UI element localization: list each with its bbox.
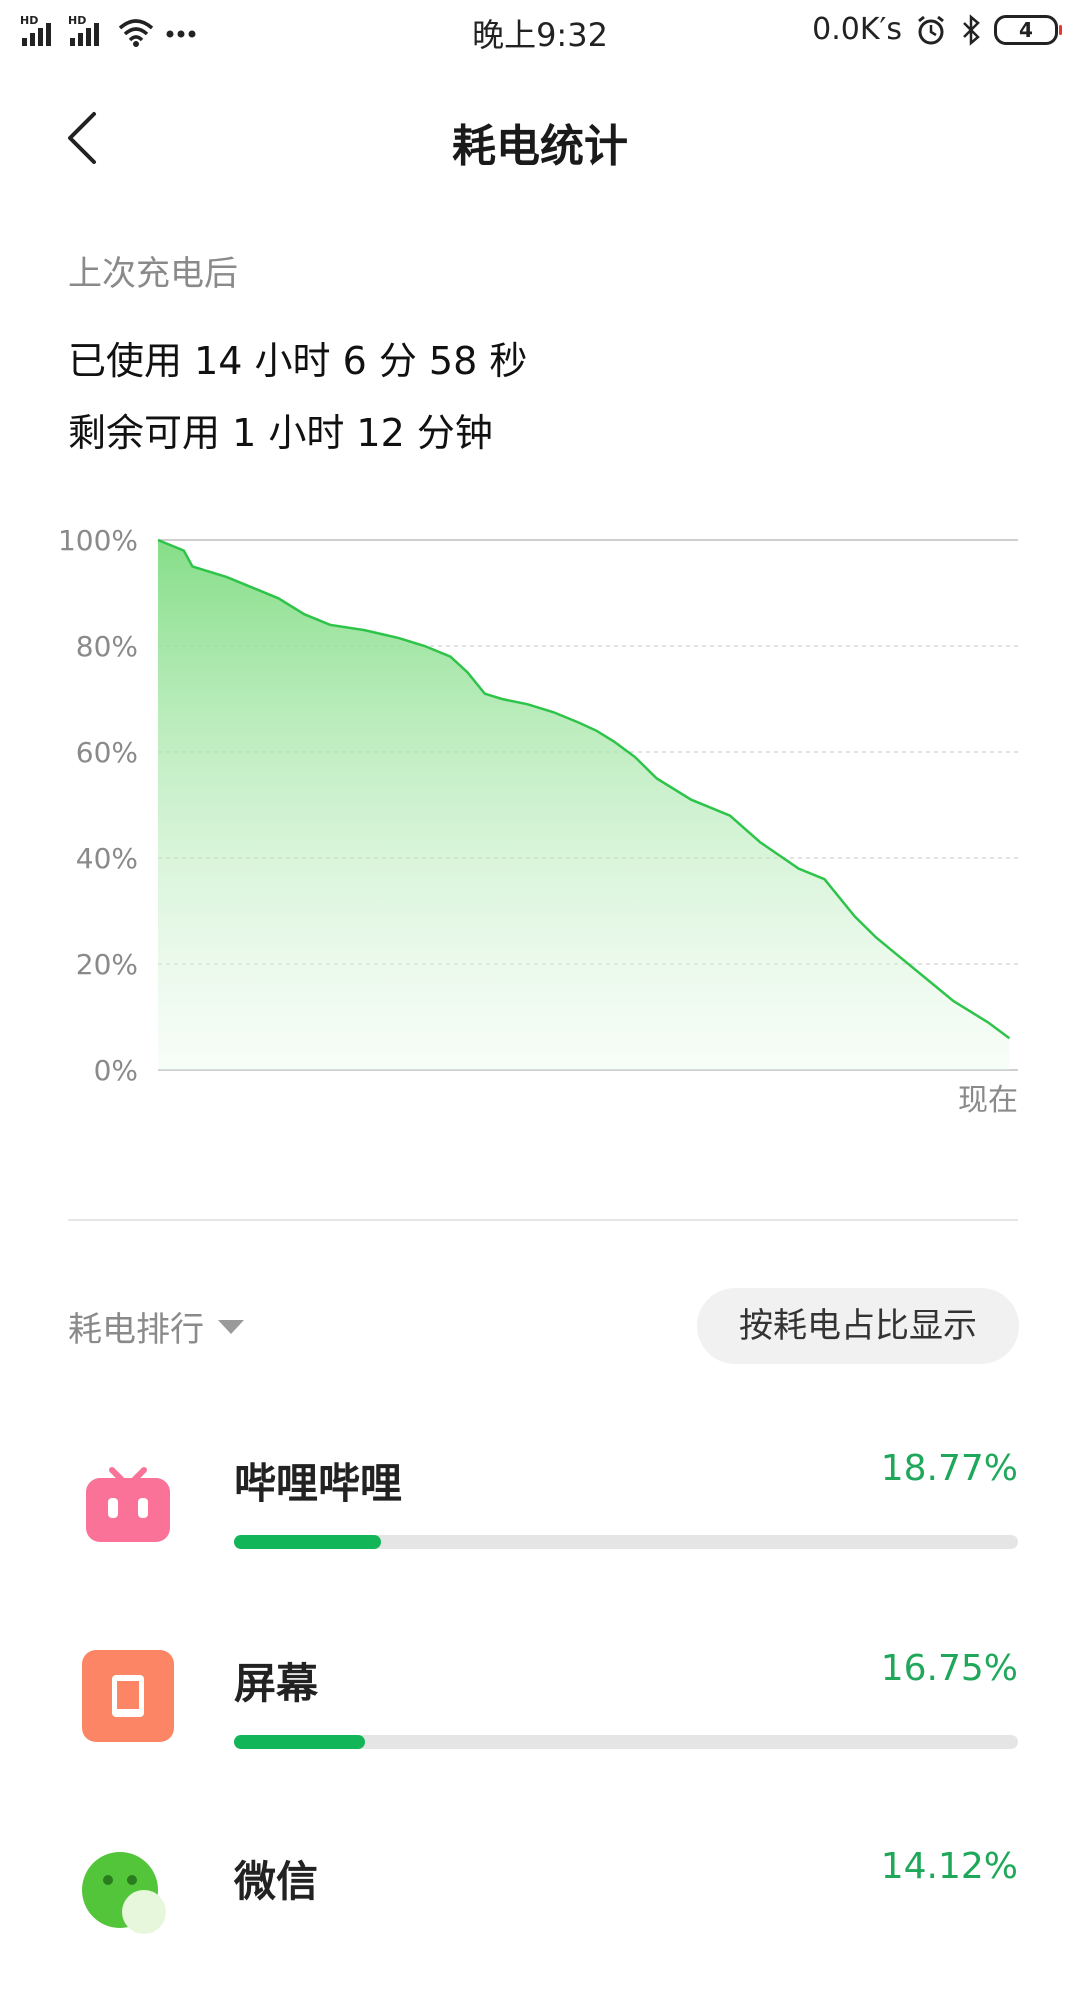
wechat-icon (82, 1852, 166, 1934)
divider (68, 1219, 1018, 1221)
y-tick-label: 40% (76, 842, 138, 875)
usage-bar (234, 1735, 1018, 1749)
bilibili-icon (86, 1467, 170, 1542)
screen-icon (82, 1650, 174, 1742)
alarm-icon (918, 15, 944, 44)
app-name: 哔哩哔哩 (234, 1459, 403, 1508)
app-percent: 18.77% (880, 1448, 1018, 1489)
y-tick-label: 20% (76, 948, 138, 981)
page-title: 耗电统计 (452, 121, 628, 172)
dropdown-triangle-icon (218, 1319, 244, 1334)
app-percent: 16.75% (880, 1648, 1018, 1689)
y-tick-label: 100% (58, 524, 138, 557)
app-row[interactable]: 哔哩哔哩 18.77% (0, 1410, 1080, 1600)
used-time: 已使用 14 小时 6 分 58 秒 (68, 339, 528, 383)
y-tick-label: 80% (76, 630, 138, 663)
y-tick-label: 0% (94, 1054, 138, 1087)
app-percent: 14.12% (880, 1846, 1018, 1887)
app-row[interactable]: 微信 14.12% (0, 1810, 1080, 2000)
remaining-time: 剩余可用 1 小时 12 分钟 (68, 411, 493, 455)
app-name: 微信 (234, 1857, 319, 1906)
network-speed: 0.0K′s (812, 12, 902, 47)
battery-icon: 4 (994, 14, 1062, 45)
ranking-dropdown[interactable]: 耗电排行 (68, 1302, 244, 1351)
status-right-icons: 0.0K′s 4 (812, 12, 1062, 47)
battery-chart: 100% 80% 60% 40% 20% 0% 现在 (58, 524, 1018, 1118)
since-last-charge-label: 上次充电后 (68, 254, 238, 294)
battery-area (158, 540, 1010, 1070)
ranking-label: 耗电排行 (68, 1310, 204, 1350)
x-end-label: 现在 (958, 1083, 1018, 1118)
usage-bar-fill (234, 1535, 382, 1549)
status-bar: HD HD 晚上9:32 0.0K′s 4 (0, 0, 1080, 64)
bluetooth-icon (963, 13, 980, 46)
app-row[interactable]: 屏幕 16.75% (0, 1610, 1080, 1800)
y-tick-label: 60% (76, 736, 138, 769)
usage-bar-fill (234, 1735, 366, 1749)
app-name: 屏幕 (234, 1659, 319, 1708)
display-mode-button[interactable]: 按耗电占比显示 (697, 1288, 1019, 1364)
usage-bar (234, 1535, 1018, 1549)
